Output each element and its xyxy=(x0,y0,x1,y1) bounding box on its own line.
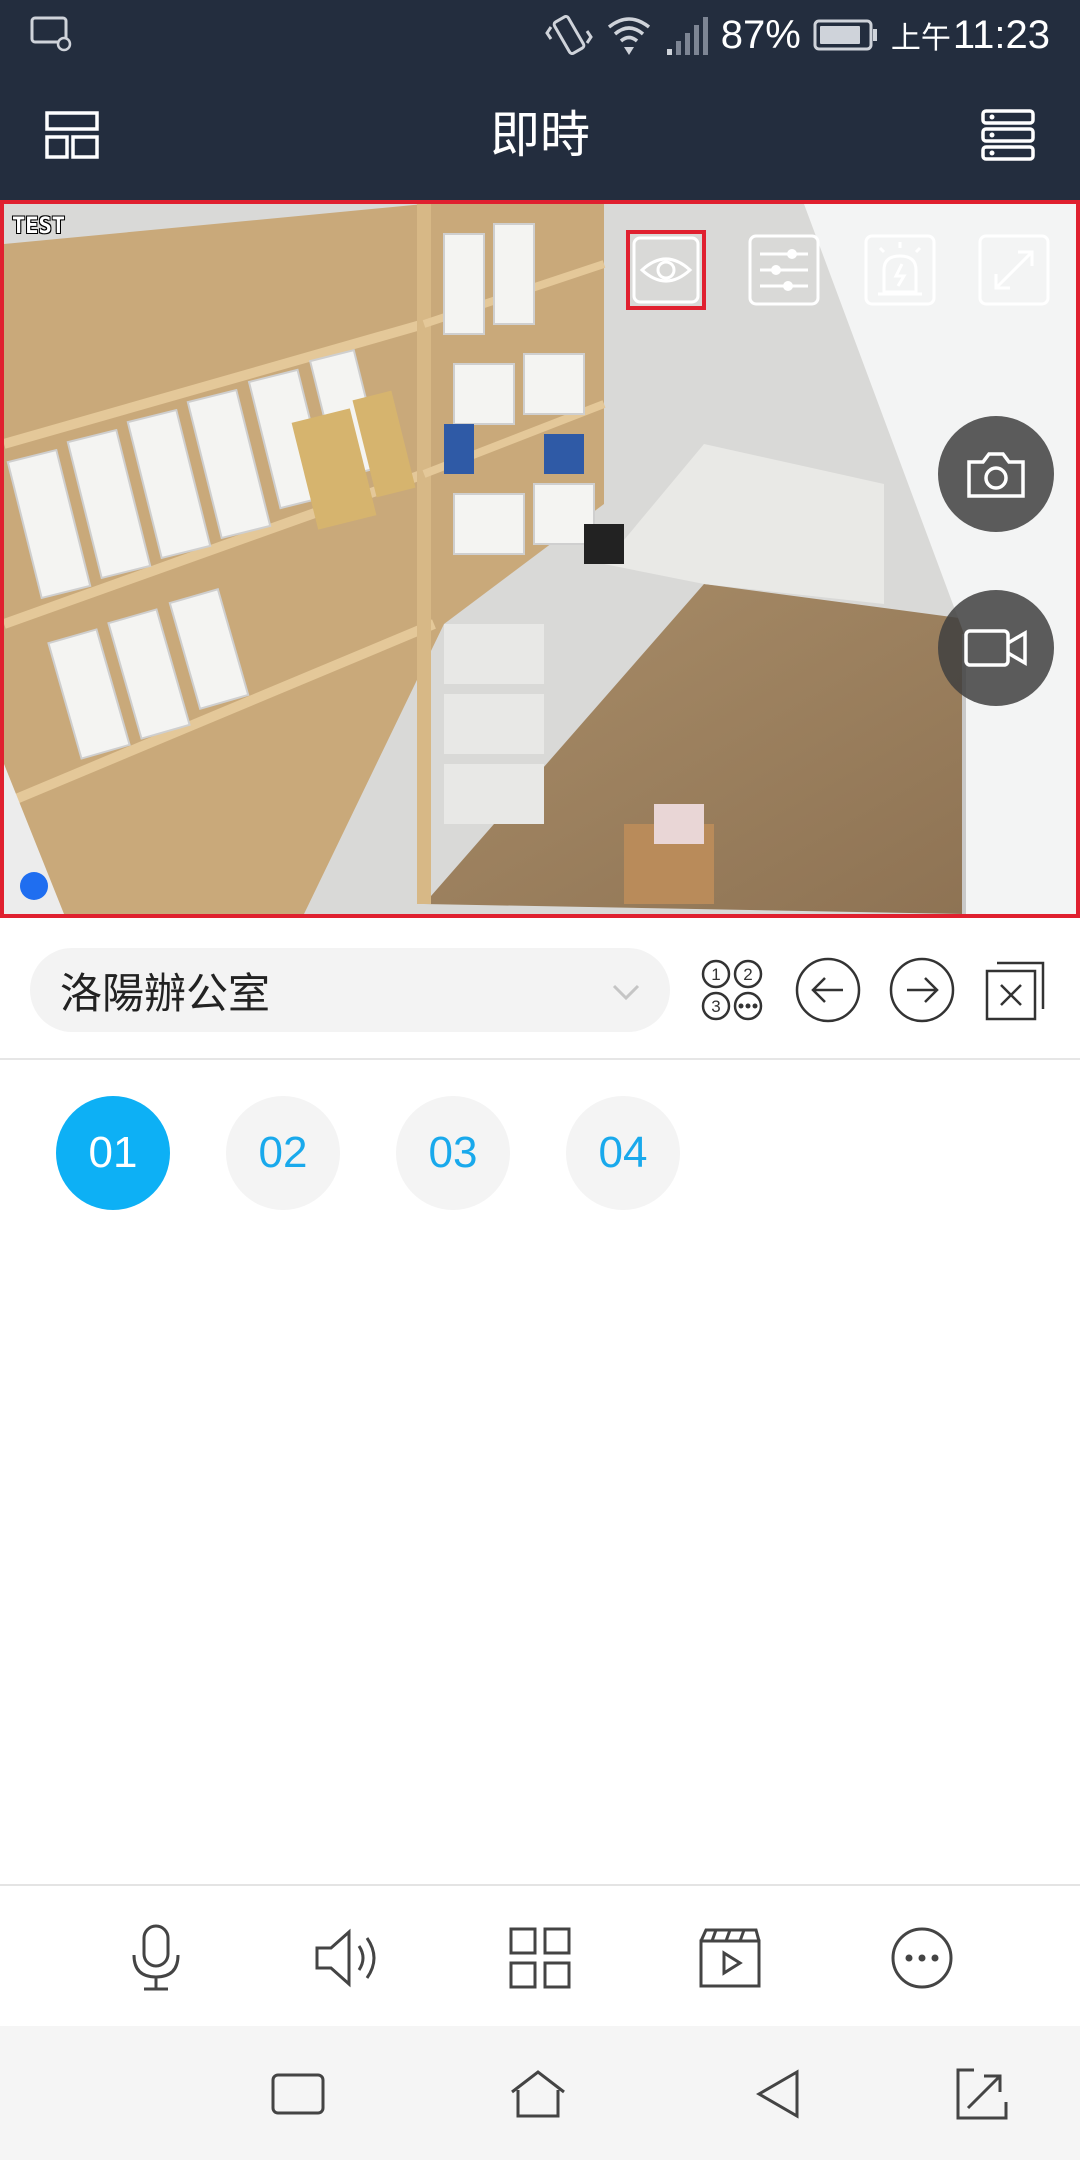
back-icon xyxy=(756,2069,799,2119)
recent-apps-button[interactable] xyxy=(266,2062,330,2126)
split-screen-button[interactable] xyxy=(502,1920,578,1996)
camera-icon xyxy=(967,452,1025,498)
playback-button[interactable] xyxy=(692,1920,768,1996)
close-all-button[interactable] xyxy=(980,954,1052,1026)
channel-chip-02[interactable]: 02 xyxy=(226,1096,340,1210)
snapshot-button[interactable] xyxy=(938,416,1054,532)
microphone-icon xyxy=(132,1924,180,1991)
talk-button[interactable] xyxy=(118,1920,194,1996)
site-dropdown-value: 洛陽辦公室 xyxy=(60,968,271,1018)
clock: 11:23 xyxy=(952,12,1050,57)
alarm-light-icon xyxy=(864,234,936,306)
recent-apps-icon xyxy=(271,2073,325,2115)
wifi-icon xyxy=(607,17,650,55)
app-header: 即時 xyxy=(0,70,1080,200)
signal-icon xyxy=(666,17,708,55)
grid-icon xyxy=(509,1927,571,1989)
fullscreen-icon xyxy=(978,234,1050,306)
vibrate-icon xyxy=(544,15,593,55)
more-icon xyxy=(891,1927,953,1989)
device-list-icon xyxy=(981,109,1035,161)
eye-icon xyxy=(632,236,700,304)
more-button[interactable] xyxy=(884,1920,960,1996)
arrow-right-circle-icon xyxy=(889,957,955,1023)
live-video-view[interactable]: TEST xyxy=(0,200,1080,918)
screen-settings-icon xyxy=(30,16,72,52)
page-title: 即時 xyxy=(490,106,590,164)
channel-chip-03[interactable]: 03 xyxy=(396,1096,510,1210)
expand-icon xyxy=(956,2068,1008,2120)
channel-number-toggle-button[interactable]: 1 2 3 xyxy=(696,954,768,1026)
back-button[interactable] xyxy=(746,2062,810,2126)
image-settings-button[interactable] xyxy=(744,230,824,310)
channel-list: 01 02 03 04 xyxy=(0,1060,1080,1260)
channel-chip-04[interactable]: 04 xyxy=(566,1096,680,1210)
audio-button[interactable] xyxy=(310,1920,386,1996)
alarm-button[interactable] xyxy=(860,230,940,310)
osd-camera-label: TEST xyxy=(12,214,65,239)
svg-text:3: 3 xyxy=(711,997,720,1016)
bottom-toolbar xyxy=(0,1884,1080,2026)
status-indicators: 87% 上午11:23 xyxy=(544,0,1050,70)
view-mode-button[interactable] xyxy=(626,230,706,310)
speaker-icon xyxy=(315,1928,376,1988)
battery-percent: 87% xyxy=(720,12,801,57)
next-page-button[interactable] xyxy=(886,954,958,1026)
previous-page-button[interactable] xyxy=(792,954,864,1026)
expand-button[interactable] xyxy=(950,2062,1014,2126)
camera-feed-image xyxy=(4,204,1076,914)
device-list-button[interactable] xyxy=(976,103,1040,167)
fullscreen-button[interactable] xyxy=(974,230,1054,310)
video-record-icon xyxy=(964,629,1027,667)
control-row: 洛陽辦公室 1 2 3 xyxy=(0,918,1080,1060)
chevron-down-icon xyxy=(612,984,640,1001)
system-nav-bar xyxy=(0,2026,1080,2160)
status-bar: 87% 上午11:23 xyxy=(0,0,1080,70)
channel-chip-01[interactable]: 01 xyxy=(56,1096,170,1210)
status-dot xyxy=(20,872,48,900)
svg-text:1: 1 xyxy=(711,965,720,984)
home-icon xyxy=(511,2070,565,2118)
playback-icon xyxy=(699,1928,761,1988)
site-dropdown[interactable]: 洛陽辦公室 xyxy=(30,948,670,1032)
channel-numbers-icon: 1 2 3 xyxy=(701,959,763,1021)
time-ampm: 上午 xyxy=(890,21,951,55)
sliders-icon xyxy=(748,234,820,306)
close-all-icon xyxy=(985,961,1045,1021)
record-button[interactable] xyxy=(938,590,1054,706)
svg-text:2: 2 xyxy=(743,965,752,984)
home-button[interactable] xyxy=(506,2062,570,2126)
battery-icon xyxy=(813,19,877,51)
arrow-left-circle-icon xyxy=(795,957,861,1023)
